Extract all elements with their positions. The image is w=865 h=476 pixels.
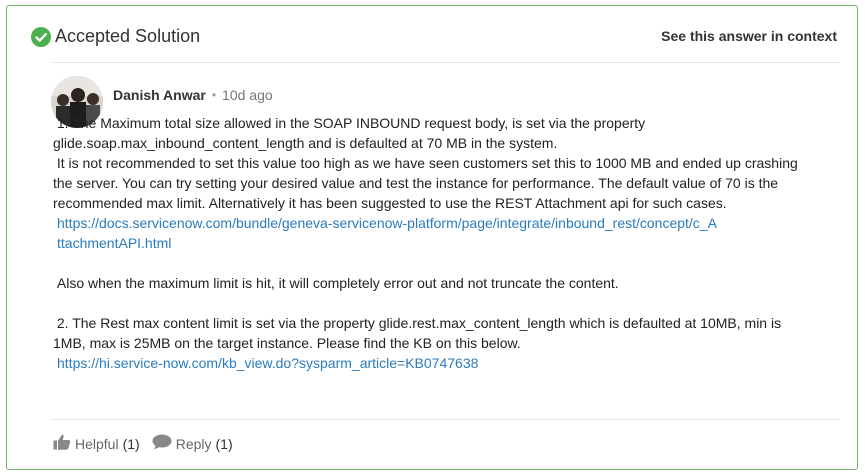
separator-dot: • [211, 88, 217, 102]
check-circle-icon [31, 26, 51, 47]
paragraph: It is not recommended to set this value … [53, 155, 802, 211]
paragraph: 1. The Maximum total size allowed in the… [53, 115, 650, 151]
post-actions: Helpful (1) Reply (1) [53, 434, 233, 453]
accepted-solution-heading: Accepted Solution [31, 26, 200, 47]
divider [52, 62, 839, 63]
see-in-context-link[interactable]: See this answer in context [661, 28, 837, 44]
divider [52, 419, 839, 420]
post-time: 10d ago [222, 87, 273, 103]
solution-body: 1. The Maximum total size allowed in the… [53, 113, 813, 373]
paragraph: Also when the maximum limit is hit, it w… [53, 275, 619, 291]
reply-count: (1) [215, 435, 233, 452]
attachment-api-link[interactable]: https://docs.servicenow.com/bundle/genev… [57, 213, 717, 253]
speech-bubble-icon [152, 434, 172, 453]
card-header: Accepted Solution See this answer in con… [7, 6, 857, 62]
accepted-solution-title: Accepted Solution [55, 26, 201, 46]
helpful-button[interactable]: Helpful (1) [53, 434, 140, 453]
helpful-label: Helpful [75, 435, 119, 452]
thumbs-up-icon [53, 434, 71, 453]
kb-article-link[interactable]: https://hi.service-now.com/kb_view.do?sy… [57, 355, 478, 371]
helpful-count: (1) [122, 435, 140, 452]
reply-label: Reply [175, 435, 212, 452]
accepted-solution-card: Accepted Solution See this answer in con… [6, 5, 858, 470]
reply-button[interactable]: Reply (1) [152, 434, 233, 453]
paragraph: 2. The Rest max content limit is set via… [53, 315, 785, 351]
author-name[interactable]: Danish Anwar [113, 87, 206, 103]
